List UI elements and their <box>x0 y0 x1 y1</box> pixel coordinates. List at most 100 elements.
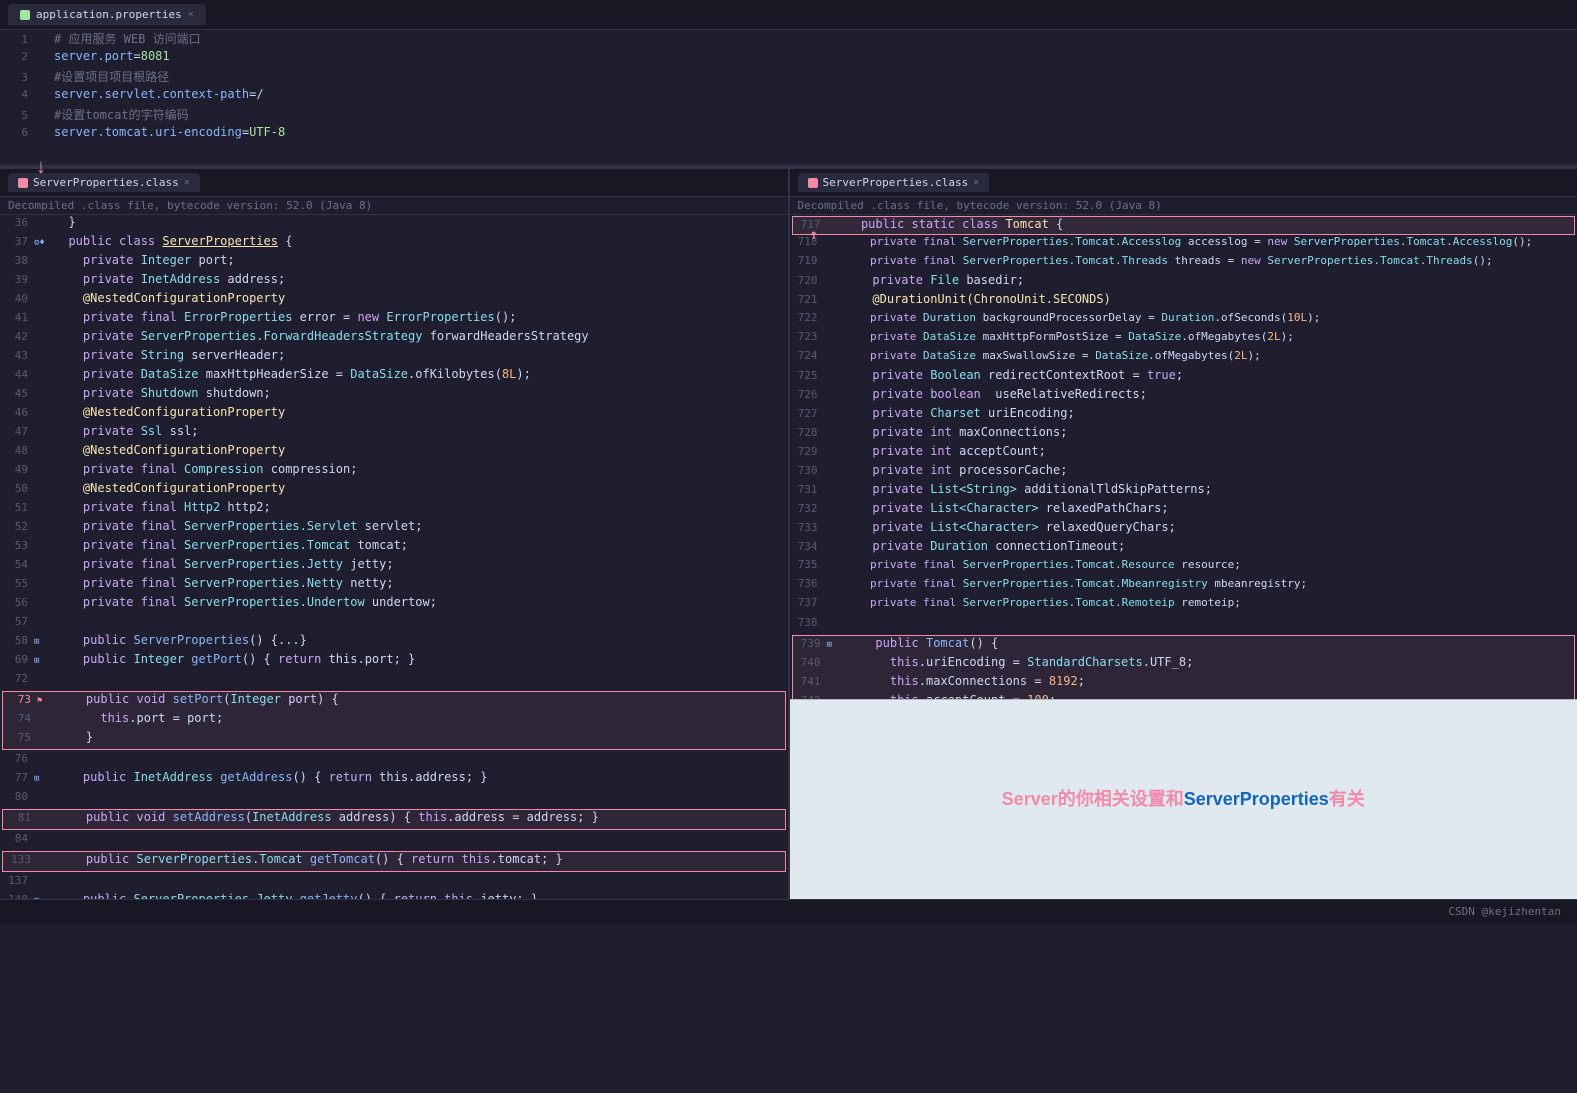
right-line-719: 719 private final ServerProperties.Tomca… <box>790 254 1577 273</box>
class-tab-icon-left <box>18 178 28 188</box>
right-line-731: 731 private List<String> additionalTldSk… <box>790 482 1577 501</box>
left-line-81: 81 public void setAddress(InetAddress ad… <box>3 810 785 829</box>
red-arrow-indicator: ↑ <box>810 227 818 243</box>
left-line-55: 55 private final ServerProperties.Netty … <box>0 576 788 595</box>
right-line-739: 739 ⊞ public Tomcat() { <box>793 636 1575 655</box>
left-line-36: 36 } <box>0 215 788 234</box>
right-line-720: 720 private File basedir; <box>790 273 1577 292</box>
right-line-717: 717 public static class Tomcat { <box>792 216 1576 235</box>
class-tab-icon-right <box>808 178 818 188</box>
close-icon[interactable]: × <box>188 9 194 20</box>
left-line-41: 41 private final ErrorProperties error =… <box>0 310 788 329</box>
properties-content: 1 # 应用服务 WEB 访问端口 2 server.port=8081 3 #… <box>0 30 1577 165</box>
right-code-area[interactable]: ↑ 717 public static class Tomcat { 718 p… <box>790 215 1577 699</box>
right-line-718: 718 private final ServerProperties.Tomca… <box>790 235 1577 254</box>
right-line-733: 733 private List<Character> relaxedQuery… <box>790 520 1577 539</box>
left-highlight-box-3: 133 public ServerProperties.Tomcat getTo… <box>2 851 786 872</box>
editors-row: ServerProperties.class × Decompiled .cla… <box>0 169 1577 899</box>
left-highlight-box-2: 81 public void setAddress(InetAddress ad… <box>2 809 786 830</box>
left-line-45: 45 private Shutdown shutdown; <box>0 386 788 405</box>
left-line-43: 43 private String serverHeader; <box>0 348 788 367</box>
left-line-47: 47 private Ssl ssl; <box>0 424 788 443</box>
left-close-icon[interactable]: × <box>184 177 190 188</box>
right-side: ServerProperties.class × Decompiled .cla… <box>790 169 1577 899</box>
properties-tab[interactable]: application.properties × <box>8 4 206 25</box>
left-line-38: 38 private Integer port; <box>0 253 788 272</box>
left-line-77: 77 ⊞ public InetAddress getAddress() { r… <box>0 770 788 789</box>
right-line-728: 728 private int maxConnections; <box>790 425 1577 444</box>
left-line-46: 46 @NestedConfigurationProperty <box>0 405 788 424</box>
left-line-75: 75 } <box>3 730 785 749</box>
left-line-56: 56 private final ServerProperties.Undert… <box>0 595 788 614</box>
right-line-724: 724 private DataSize maxSwallowSize = Da… <box>790 349 1577 368</box>
section-divider: ↓ <box>0 165 1577 169</box>
left-line-51: 51 private final Http2 http2; <box>0 500 788 519</box>
left-line-50: 50 @NestedConfigurationProperty <box>0 481 788 500</box>
left-line-84: 84 <box>0 831 788 850</box>
left-tab-label: ServerProperties.class <box>33 176 179 189</box>
right-tab-label: ServerProperties.class <box>823 176 969 189</box>
left-editor-pane: ServerProperties.class × Decompiled .cla… <box>0 169 790 899</box>
left-line-44: 44 private DataSize maxHttpHeaderSize = … <box>0 367 788 386</box>
prop-line-4: 4 server.servlet.context-path=/ <box>0 87 1577 106</box>
prop-line-1: 1 # 应用服务 WEB 访问端口 <box>0 30 1577 49</box>
bottom-bar: CSDN @kejizhentan <box>0 899 1577 923</box>
right-line-732: 732 private List<Character> relaxedPathC… <box>790 501 1577 520</box>
left-line-80: 80 <box>0 789 788 808</box>
properties-tab-icon <box>20 10 30 20</box>
right-line-726: 726 private boolean useRelativeRedirects… <box>790 387 1577 406</box>
right-line-722: 722 private Duration backgroundProcessor… <box>790 311 1577 330</box>
right-line-723: 723 private DataSize maxHttpFormPostSize… <box>790 330 1577 349</box>
annotation-part1: Server的你相关设置和 <box>1002 789 1184 809</box>
watermark-text: CSDN @kejizhentan <box>1448 905 1561 918</box>
left-line-40: 40 @NestedConfigurationProperty <box>0 291 788 310</box>
left-highlight-box-1: 73 ⚑ public void setPort(Integer port) {… <box>2 691 786 750</box>
right-line-735: 735 private final ServerProperties.Tomca… <box>790 558 1577 577</box>
right-line-737: 737 private final ServerProperties.Tomca… <box>790 596 1577 615</box>
left-line-57: 57 <box>0 614 788 633</box>
right-line-721: 721 @DurationUnit(ChronoUnit.SECONDS) <box>790 292 1577 311</box>
left-line-76: 76 <box>0 751 788 770</box>
right-line-734: 734 private Duration connectionTimeout; <box>790 539 1577 558</box>
left-line-42: 42 private ServerProperties.ForwardHeade… <box>0 329 788 348</box>
right-line-730: 730 private int processorCache; <box>790 463 1577 482</box>
left-decompiled-notice: Decompiled .class file, bytecode version… <box>0 197 788 215</box>
right-editor-pane: ServerProperties.class × Decompiled .cla… <box>790 169 1577 699</box>
right-tab-bar: ServerProperties.class × <box>790 169 1577 197</box>
right-editor-tab[interactable]: ServerProperties.class × <box>798 173 990 192</box>
right-close-icon[interactable]: × <box>973 177 979 188</box>
right-line-729: 729 private int acceptCount; <box>790 444 1577 463</box>
annotation-part2: ServerProperties <box>1184 789 1329 809</box>
right-line-725: 725 private Boolean redirectContextRoot … <box>790 368 1577 387</box>
left-line-37: 37 ⚙♦ public class ServerProperties { <box>0 234 788 253</box>
annotation-text: Server的你相关设置和ServerProperties有关 <box>1002 786 1365 813</box>
top-tab-bar: application.properties × <box>0 0 1577 30</box>
left-line-58: 58 ⊞ public ServerProperties() {...} <box>0 633 788 652</box>
left-line-69: 69 ⊞ public Integer getPort() { return t… <box>0 652 788 671</box>
left-line-72: 72 <box>0 671 788 690</box>
prop-line-3: 3 #设置项目项目根路径 <box>0 68 1577 87</box>
left-line-48: 48 @NestedConfigurationProperty <box>0 443 788 462</box>
right-line-727: 727 private Charset uriEncoding; <box>790 406 1577 425</box>
prop-line-5: 5 #设置tomcat的字符编码 <box>0 106 1577 125</box>
right-line-741: 741 this.maxConnections = 8192; <box>793 674 1575 693</box>
left-tab-bar: ServerProperties.class × <box>0 169 788 197</box>
left-line-133: 133 public ServerProperties.Tomcat getTo… <box>3 852 785 871</box>
red-arrow-down: ↓ <box>35 157 47 180</box>
annotation-section: Server的你相关设置和ServerProperties有关 <box>790 699 1577 899</box>
left-line-140: 140 ⊞ public ServerProperties.Jetty getJ… <box>0 892 788 899</box>
right-line-736: 736 private final ServerProperties.Tomca… <box>790 577 1577 596</box>
right-constructor-box: 739 ⊞ public Tomcat() { 740 this.uriEnco… <box>792 635 1576 699</box>
properties-tab-label: application.properties <box>36 8 182 21</box>
left-line-49: 49 private final Compression compression… <box>0 462 788 481</box>
left-line-53: 53 private final ServerProperties.Tomcat… <box>0 538 788 557</box>
left-line-137: 137 <box>0 873 788 892</box>
right-decompiled-notice: Decompiled .class file, bytecode version… <box>790 197 1577 215</box>
left-code-area[interactable]: 36 } 37 ⚙♦ public class ServerProperties… <box>0 215 788 899</box>
prop-line-6: 6 server.tomcat.uri-encoding=UTF-8 <box>0 125 1577 144</box>
right-line-738: 738 <box>790 615 1577 634</box>
right-line-740: 740 this.uriEncoding = StandardCharsets.… <box>793 655 1575 674</box>
annotation-part3: 有关 <box>1329 789 1365 809</box>
left-line-39: 39 private InetAddress address; <box>0 272 788 291</box>
prop-line-2: 2 server.port=8081 <box>0 49 1577 68</box>
